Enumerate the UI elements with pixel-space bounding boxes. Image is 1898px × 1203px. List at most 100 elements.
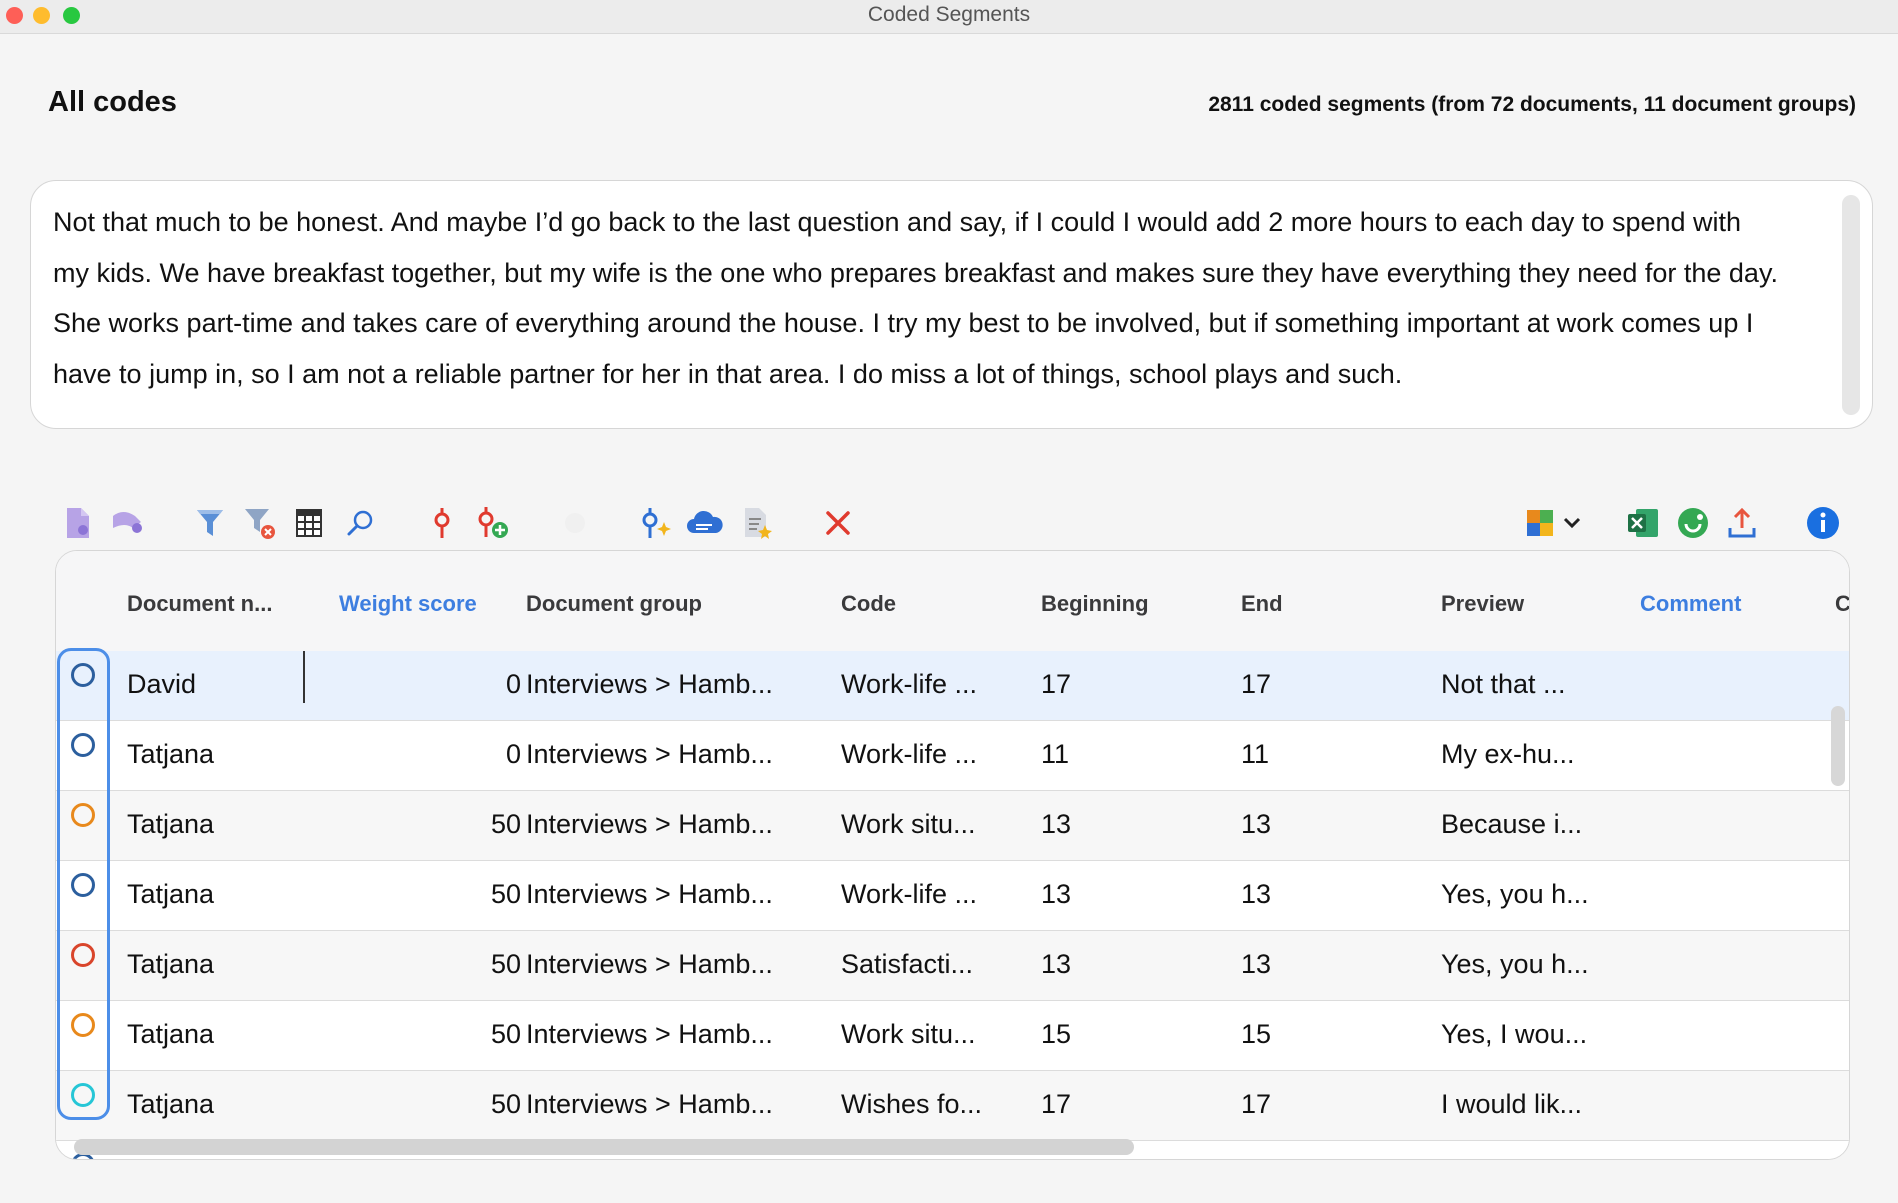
coded-segments-table: Document n... Weight score Document grou…	[55, 550, 1850, 1160]
clear-filter-icon[interactable]	[240, 500, 280, 546]
cell-code[interactable]: Wishes fo...	[841, 1089, 982, 1120]
cell-preview[interactable]: So yes, it...	[1441, 1159, 1575, 1160]
code-color-icon[interactable]	[71, 803, 95, 827]
cell-weight-score[interactable]: 50	[491, 949, 521, 980]
column-header-weight-score[interactable]: Weight score	[339, 591, 477, 617]
preview-scrollbar[interactable]	[1842, 195, 1860, 415]
cell-end[interactable]: 11	[1241, 739, 1269, 770]
column-header-beginning[interactable]: Beginning	[1041, 591, 1149, 617]
column-header-more[interactable]: C	[1835, 591, 1849, 617]
cell-beginning[interactable]: 13	[1041, 949, 1071, 980]
cell-document-name[interactable]: David	[127, 669, 196, 700]
column-header-end[interactable]: End	[1241, 591, 1283, 617]
code-color-icon[interactable]	[71, 943, 95, 967]
cell-end[interactable]: 13	[1241, 809, 1271, 840]
cell-preview[interactable]: Yes, you h...	[1441, 949, 1589, 980]
cell-document-group[interactable]: Interviews > Hamb...	[526, 879, 773, 910]
segment-summary: 2811 coded segments (from 72 documents, …	[1208, 93, 1856, 116]
info-icon[interactable]	[1803, 500, 1843, 546]
table-row[interactable]: David 0 Interviews > Hamb... Work-life ... 1…	[56, 651, 1849, 721]
column-header-preview[interactable]: Preview	[1441, 591, 1524, 617]
cell-end[interactable]: 17	[1241, 669, 1271, 700]
cell-beginning[interactable]: 13	[1041, 879, 1071, 910]
document-link-icon[interactable]	[58, 500, 98, 546]
cell-document-group[interactable]: Interviews > Hamb...	[526, 1089, 773, 1120]
table-row[interactable]: Tatjana 50 Interviews > Hamb... Work situ..…	[56, 791, 1849, 861]
export-icon[interactable]	[1722, 500, 1762, 546]
cell-preview[interactable]: Yes, you h...	[1441, 879, 1589, 910]
search-icon[interactable]	[340, 500, 380, 546]
code-color-icon[interactable]	[71, 733, 95, 757]
cell-document-name[interactable]: Tatjana	[127, 879, 214, 910]
cell-weight-score[interactable]: 0	[506, 739, 521, 770]
document-star-icon[interactable]	[737, 500, 777, 546]
table-row[interactable]: Tatjana 50 Interviews > Hamb... Wishes fo..…	[56, 1071, 1849, 1141]
share-icon[interactable]	[1673, 500, 1713, 546]
cell-end[interactable]: 17	[1241, 1089, 1271, 1120]
filter-icon[interactable]	[190, 500, 230, 546]
cell-beginning[interactable]: 17	[1041, 1089, 1071, 1120]
excel-export-icon[interactable]	[1623, 500, 1663, 546]
cell-code[interactable]: Work-life ...	[841, 879, 977, 910]
segment-preview-box[interactable]: Not that much to be honest. And maybe I’…	[30, 180, 1873, 429]
cell-code[interactable]: Work situ...	[841, 1019, 976, 1050]
code-link-icon[interactable]	[108, 500, 148, 546]
cell-beginning[interactable]: 11	[1041, 739, 1069, 770]
cell-document-name[interactable]: Tatjana	[127, 949, 214, 980]
cell-end[interactable]: 13	[1241, 949, 1271, 980]
table-row[interactable]: Tatjana 50 Interviews > Hamb... Work situ..…	[56, 1001, 1849, 1071]
cell-document-name[interactable]: Tatjana	[127, 1089, 214, 1120]
toolbar	[0, 500, 1898, 550]
columns-icon[interactable]	[289, 500, 329, 546]
cell-weight-score[interactable]: 50	[491, 1019, 521, 1050]
cell-weight-score[interactable]: 50	[491, 1089, 521, 1120]
column-header-document-group[interactable]: Document group	[526, 591, 702, 617]
cell-weight-score[interactable]: 50	[491, 879, 521, 910]
cell-end[interactable]: 21	[1241, 1159, 1271, 1160]
column-header-code[interactable]: Code	[841, 591, 896, 617]
table-row[interactable]: Tatjana 50 Interviews > Hamb... Work-life .…	[56, 861, 1849, 931]
cell-end[interactable]: 13	[1241, 879, 1271, 910]
cell-code[interactable]: Work situ...	[841, 809, 976, 840]
column-header-document-name[interactable]: Document n...	[127, 591, 272, 617]
table-horizontal-scrollbar[interactable]	[74, 1139, 1134, 1155]
cell-weight-score[interactable]: 0	[506, 669, 521, 700]
cell-document-group[interactable]: Interviews > Hamb...	[526, 809, 773, 840]
cell-beginning[interactable]: 15	[1041, 1019, 1071, 1050]
cell-preview[interactable]: Because i...	[1441, 809, 1582, 840]
code-color-icon[interactable]	[71, 1013, 95, 1037]
code-color-icon[interactable]	[71, 1083, 95, 1107]
cell-code[interactable]: Satisfacti...	[841, 949, 973, 980]
cell-document-group[interactable]: Interviews > Hamb...	[526, 669, 773, 700]
cell-end[interactable]: 15	[1241, 1019, 1271, 1050]
cell-document-group[interactable]: Interviews > Hamb...	[526, 949, 773, 980]
view-options-icon[interactable]	[1522, 500, 1590, 546]
cloud-icon[interactable]	[685, 500, 725, 546]
segment-preview-text: Not that much to be honest. And maybe I’…	[53, 207, 1778, 389]
add-code-icon[interactable]	[472, 500, 512, 546]
code-color-icon[interactable]	[71, 663, 95, 687]
cell-beginning[interactable]: 13	[1041, 809, 1071, 840]
delete-icon[interactable]	[818, 500, 858, 546]
table-vertical-scrollbar[interactable]	[1831, 706, 1845, 786]
cell-beginning[interactable]: 17	[1041, 669, 1071, 700]
cell-document-group[interactable]: Interviews > Hamb...	[526, 1019, 773, 1050]
cell-code[interactable]: Work-life ...	[841, 739, 977, 770]
cell-preview[interactable]: Not that ...	[1441, 669, 1566, 700]
code-color-icon[interactable]	[71, 873, 95, 897]
cell-code[interactable]: Work-life ...	[841, 669, 977, 700]
table-row[interactable]: Tatjana 50 Interviews > Hamb... Satisfacti.…	[56, 931, 1849, 1001]
cell-document-name[interactable]: Tatjana	[127, 1019, 214, 1050]
cell-preview[interactable]: I would lik...	[1441, 1089, 1582, 1120]
activate-code-icon[interactable]	[422, 500, 462, 546]
cell-document-group[interactable]: Interviews > Hamb...	[526, 739, 773, 770]
smart-coding-icon[interactable]	[636, 500, 676, 546]
cell-document-name[interactable]: Tatjana	[127, 809, 214, 840]
text-cursor	[303, 651, 305, 703]
column-header-comment[interactable]: Comment	[1640, 591, 1741, 617]
cell-preview[interactable]: Yes, I wou...	[1441, 1019, 1587, 1050]
table-row[interactable]: Tatjana 0 Interviews > Hamb... Work-life ..…	[56, 721, 1849, 791]
cell-weight-score[interactable]: 50	[491, 809, 521, 840]
cell-preview[interactable]: My ex-hu...	[1441, 739, 1575, 770]
cell-document-name[interactable]: Tatjana	[127, 739, 214, 770]
